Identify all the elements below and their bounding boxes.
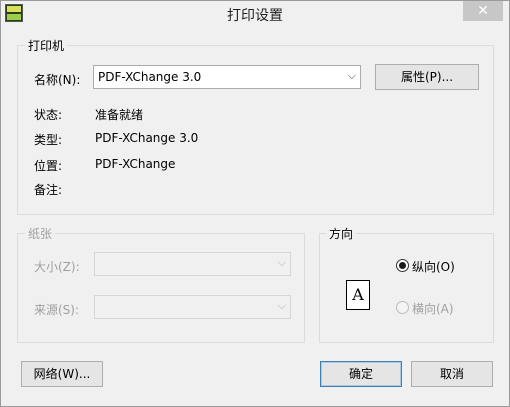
network-button[interactable]: 网络(W)... (21, 361, 103, 387)
portrait-page-icon: A (346, 280, 370, 310)
print-setup-dialog: 打印设置 ✕ 打印机 名称(N): PDF-XChange 3.0 ⌵ 属性(P… (0, 0, 510, 407)
portrait-label[interactable]: 纵向(O) (412, 258, 455, 275)
type-value: PDF-XChange 3.0 (95, 131, 199, 145)
portrait-radio[interactable] (396, 259, 409, 272)
orientation-group-title: 方向 (326, 225, 357, 242)
title-bar: 打印设置 ✕ (1, 1, 509, 26)
type-label: 类型: (34, 133, 63, 147)
landscape-label[interactable]: 横向(A) (412, 300, 454, 317)
paper-source-label: 来源(S): (34, 303, 80, 317)
close-icon[interactable]: ✕ (463, 1, 503, 21)
paper-group-title: 纸张 (25, 225, 56, 242)
printer-name-value: PDF-XChange 3.0 (98, 70, 202, 84)
paper-group (17, 233, 305, 343)
status-value: 准备就绪 (95, 108, 144, 122)
window-title: 打印设置 (227, 8, 283, 24)
printer-group-title: 打印机 (25, 37, 68, 54)
chevron-down-icon: ⌵ (277, 299, 286, 312)
paper-size-label: 大小(Z): (34, 260, 80, 274)
chevron-down-icon: ⌵ (347, 69, 356, 82)
cancel-button[interactable]: 取消 (411, 361, 493, 387)
printer-name-select[interactable]: PDF-XChange 3.0 ⌵ (93, 65, 361, 89)
status-label: 状态: (34, 108, 63, 122)
comment-label: 备注: (34, 183, 63, 197)
landscape-radio[interactable] (396, 301, 409, 314)
properties-button[interactable]: 属性(P)... (375, 64, 479, 90)
paper-source-select[interactable]: ⌵ (94, 295, 291, 319)
paper-size-select[interactable]: ⌵ (94, 252, 291, 276)
printer-name-label: 名称(N): (34, 73, 81, 87)
location-value: PDF-XChange (95, 157, 176, 171)
ok-button[interactable]: 确定 (320, 361, 402, 387)
chevron-down-icon: ⌵ (277, 256, 286, 269)
location-label: 位置: (34, 159, 63, 173)
